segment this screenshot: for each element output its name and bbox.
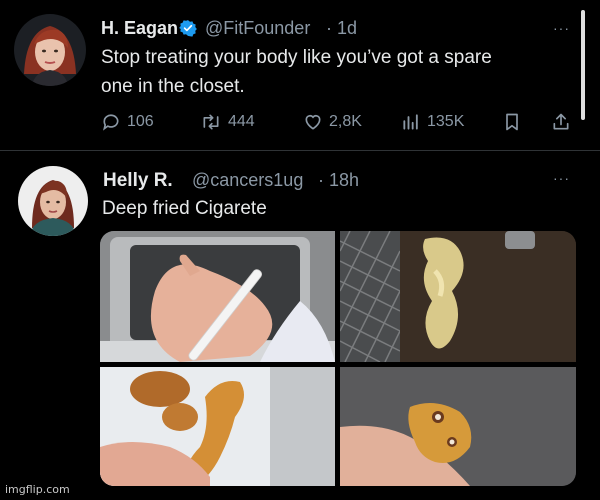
user-avatar[interactable]	[18, 166, 88, 236]
tweet-text-line-2: one in the closet.	[101, 76, 245, 97]
views-chart-icon	[401, 112, 421, 132]
tweet-timestamp[interactable]: · 18h	[318, 170, 359, 191]
views-button[interactable]: 135K	[401, 112, 464, 132]
reply-icon	[101, 112, 121, 132]
tweet-timestamp[interactable]: · 1d	[326, 18, 357, 39]
retweet-icon	[200, 112, 222, 132]
reply-button[interactable]: 106	[101, 112, 154, 132]
tweet-card[interactable]: H. Eagan @FitFounder · 1d ··· Stop treat…	[0, 0, 600, 150]
like-count: 2,8K	[329, 113, 362, 130]
user-handle[interactable]: @cancers1ug	[192, 170, 303, 191]
heart-icon	[303, 112, 323, 132]
display-name[interactable]: Helly R.	[103, 170, 173, 192]
imgflip-watermark: imgflip.com	[5, 483, 70, 496]
scrollbar-thumb[interactable]	[581, 10, 585, 120]
share-icon[interactable]	[551, 112, 571, 137]
bookmark-icon[interactable]	[503, 112, 521, 137]
tweet-text-line-1: Stop treating your body like you’ve got …	[101, 47, 492, 68]
retweet-button[interactable]: 444	[200, 112, 255, 132]
display-name[interactable]: H. Eagan	[101, 18, 178, 39]
verified-badge-icon	[179, 19, 197, 42]
media-photo-cigarette-in-hand[interactable]	[100, 231, 335, 362]
view-count: 135K	[427, 113, 465, 130]
reply-count: 106	[127, 113, 154, 130]
user-handle[interactable]: @FitFounder	[205, 18, 310, 39]
more-options-icon[interactable]: ···	[553, 170, 570, 186]
tweet-text: Deep fried Cigarete	[102, 198, 267, 219]
more-options-icon[interactable]: ···	[553, 20, 570, 36]
media-photo-cigarette-cross-section[interactable]	[340, 367, 576, 486]
user-avatar[interactable]	[14, 14, 86, 86]
media-photo-fryer-batter[interactable]	[340, 231, 576, 362]
tweet-divider	[0, 150, 600, 151]
media-photo-fried-pieces[interactable]	[100, 367, 335, 486]
like-button[interactable]: 2,8K	[303, 112, 362, 132]
retweet-count: 444	[228, 113, 255, 130]
